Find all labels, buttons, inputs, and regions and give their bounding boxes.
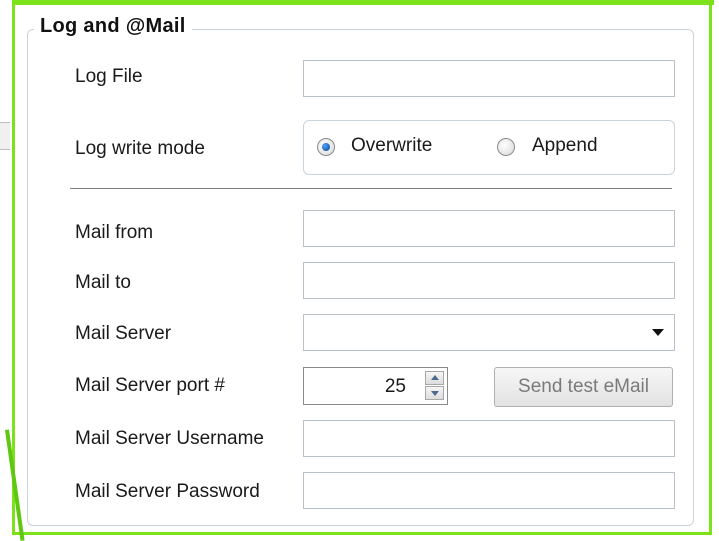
mail-server-port-stepper[interactable]: 25: [303, 367, 448, 405]
log-write-mode-label: Log write mode: [75, 138, 205, 159]
overwrite-radio-label[interactable]: Overwrite: [351, 135, 432, 157]
mail-to-input[interactable]: [303, 262, 675, 299]
mail-server-port-value[interactable]: 25: [304, 376, 406, 398]
mail-server-username-input[interactable]: [303, 420, 675, 457]
mail-server-dropdown[interactable]: [303, 314, 675, 351]
log-file-label: Log File: [75, 66, 143, 87]
groupbox-title: Log and @Mail: [34, 15, 192, 38]
mail-server-port-label: Mail Server port #: [75, 375, 225, 396]
mail-server-password-label: Mail Server Password: [75, 481, 260, 502]
mail-from-input[interactable]: [303, 210, 675, 247]
stepper-buttons: [425, 371, 444, 401]
log-file-input[interactable]: [303, 60, 675, 97]
stepper-up-icon[interactable]: [425, 371, 444, 385]
log-write-mode-radio-group: Overwrite Append: [303, 120, 675, 175]
mail-server-password-input[interactable]: [303, 472, 675, 509]
mail-server-label: Mail Server: [75, 323, 172, 344]
overwrite-radio[interactable]: [317, 138, 335, 156]
append-radio-label[interactable]: Append: [532, 135, 598, 157]
append-radio[interactable]: [497, 138, 515, 156]
chevron-down-icon[interactable]: [652, 329, 664, 336]
mail-from-label: Mail from: [75, 222, 154, 243]
send-test-email-button[interactable]: Send test eMail: [494, 367, 673, 407]
background-window-edge: [0, 122, 10, 150]
mail-server-username-label: Mail Server Username: [75, 428, 264, 449]
separator-line: [70, 188, 672, 190]
mail-to-label: Mail to: [75, 272, 131, 293]
stepper-down-icon[interactable]: [425, 386, 444, 400]
